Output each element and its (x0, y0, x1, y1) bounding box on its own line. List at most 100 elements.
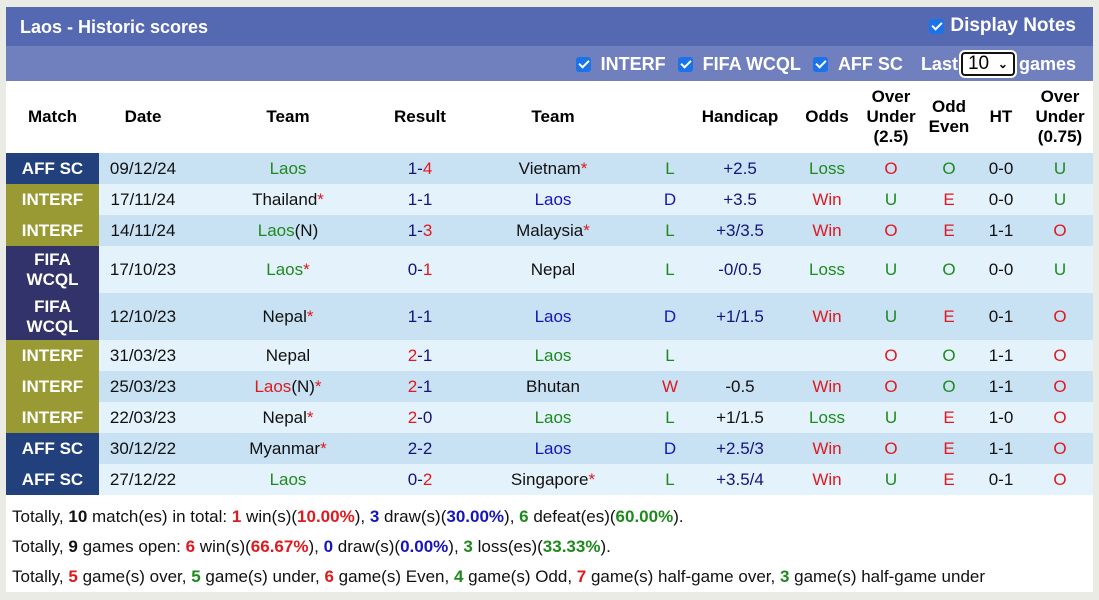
away-team[interactable]: Laos (451, 402, 655, 433)
match-result[interactable]: 1-3 (389, 215, 451, 246)
table-row[interactable]: AFF SC 30/12/22 Myanmar* 2-2 Laos D +2.5/3 Win O… (6, 433, 1093, 464)
handicap-value: +3/3.5 (685, 215, 795, 246)
home-team[interactable]: Laos (187, 464, 389, 495)
chevron-down-icon: ⌄ (997, 57, 1008, 71)
table-row[interactable]: FIFA WCQL 17/10/23 Laos* 0-1 Nepal L -0/0.5 Loss… (6, 246, 1093, 293)
summary-text: defeat(es)( (528, 507, 616, 526)
odds-result: Loss (795, 153, 859, 184)
odd-even-result: E (923, 464, 975, 495)
filter-fifa-wcql-checkbox[interactable] (677, 56, 693, 72)
home-team[interactable]: Nepal* (187, 402, 389, 433)
match-result[interactable]: 2-0 (389, 402, 451, 433)
summary-text: win(s)( (241, 507, 298, 526)
summary-stat: 30.00% (446, 507, 505, 526)
match-date: 09/12/24 (99, 153, 187, 184)
league-badge[interactable]: AFF SC (6, 433, 99, 464)
table-row[interactable]: INTERF 17/11/24 Thailand* 1-1 Laos D +3.5 Win U E… (6, 184, 1093, 215)
games-label: games (1018, 53, 1076, 74)
summary-stat: 7 (576, 567, 587, 586)
filter-fifa-wcql[interactable]: FIFA WCQL (677, 54, 801, 75)
header-match[interactable]: Match (6, 81, 99, 153)
odds-result: Win (795, 293, 859, 340)
table-row[interactable]: INTERF 14/11/24 Laos(N) 1-3 Malaysia* L +3/3.5… (6, 215, 1093, 246)
table-row[interactable]: AFF SC 27/12/22 Laos 0-2 Singapore* L +3.5/4 Wi… (6, 464, 1093, 495)
home-team[interactable]: Myanmar* (187, 433, 389, 464)
summary-text: games open: (77, 537, 186, 556)
away-team[interactable]: Vietnam* (451, 153, 655, 184)
over-under-result: O (859, 340, 923, 371)
match-result[interactable]: 2-2 (389, 433, 451, 464)
wdl-result: L (655, 464, 685, 495)
match-date: 31/03/23 (99, 340, 187, 371)
league-badge[interactable]: INTERF (6, 402, 99, 433)
away-team[interactable]: Nepal (451, 246, 655, 293)
over-under-075-result: O (1027, 433, 1093, 464)
over-under-075-result: O (1027, 293, 1093, 340)
league-badge[interactable]: AFF SC (6, 153, 99, 184)
league-badge[interactable]: INTERF (6, 371, 99, 402)
odds-result: Win (795, 464, 859, 495)
league-badge[interactable]: INTERF (6, 340, 99, 371)
away-team[interactable]: Laos (451, 340, 655, 371)
summary-stat: 10.00% (297, 507, 355, 526)
half-time-score: 0-1 (975, 293, 1027, 340)
summary-text: draw(s)( (333, 537, 401, 556)
odds-result: Win (795, 215, 859, 246)
filter-interf-checkbox[interactable] (575, 56, 591, 72)
filter-aff-sc-checkbox[interactable] (812, 56, 828, 72)
home-team[interactable]: Laos (187, 153, 389, 184)
summary-text: game(s) over, (77, 567, 192, 586)
home-team[interactable]: Nepal (187, 340, 389, 371)
table-row[interactable]: FIFA WCQL 12/10/23 Nepal* 1-1 Laos D +1/1.5 Win U… (6, 293, 1093, 340)
away-team[interactable]: Laos (451, 433, 655, 464)
league-badge[interactable]: INTERF (6, 184, 99, 215)
match-result[interactable]: 1-4 (389, 153, 451, 184)
summary-over-under: Totally, 5 game(s) over, 5 game(s) under… (6, 562, 1093, 592)
away-team[interactable]: Laos (451, 293, 655, 340)
display-notes-label: Display Notes (950, 15, 1076, 36)
summary-stat: 3 (779, 567, 790, 586)
match-date: 17/11/24 (99, 184, 187, 215)
home-team[interactable]: Nepal* (187, 293, 389, 340)
table-row[interactable]: INTERF 25/03/23 Laos(N)* 2-1 Bhutan W -0.5 Win O… (6, 371, 1093, 402)
match-result[interactable]: 2-1 (389, 340, 451, 371)
table-row[interactable]: INTERF 31/03/23 Nepal 2-1 Laos L O O 1-1 O (6, 340, 1093, 371)
over-under-result: O (859, 371, 923, 402)
match-result[interactable]: 1-1 (389, 184, 451, 215)
match-result[interactable]: 0-1 (389, 246, 451, 293)
table-row[interactable]: AFF SC 09/12/24 Laos 1-4 Vietnam* L +2.5 Loss O O… (6, 153, 1093, 184)
match-date: 30/12/22 (99, 433, 187, 464)
home-team[interactable]: Laos(N) (187, 215, 389, 246)
away-team[interactable]: Malaysia* (451, 215, 655, 246)
league-badge[interactable]: FIFA WCQL (6, 246, 99, 293)
filter-interf[interactable]: INTERF (575, 54, 666, 75)
away-team[interactable]: Singapore* (451, 464, 655, 495)
league-badge[interactable]: AFF SC (6, 464, 99, 495)
home-team[interactable]: Thailand* (187, 184, 389, 215)
summary-stat: 10 (68, 507, 88, 526)
display-notes-checkbox[interactable] (929, 18, 945, 34)
summary-text: match(es) in total: (87, 507, 232, 526)
handicap-value: -0/0.5 (685, 246, 795, 293)
odds-result: Win (795, 433, 859, 464)
away-team[interactable]: Bhutan (451, 371, 655, 402)
header-wdl (655, 81, 685, 153)
display-notes-toggle[interactable]: Display Notes (929, 15, 1076, 37)
home-team[interactable]: Laos* (187, 246, 389, 293)
home-team[interactable]: Laos(N)* (187, 371, 389, 402)
games-count-select[interactable]: 10 ⌄ (960, 52, 1015, 76)
match-result[interactable]: 0-2 (389, 464, 451, 495)
league-badge[interactable]: INTERF (6, 215, 99, 246)
match-result[interactable]: 1-1 (389, 293, 451, 340)
header-date[interactable]: Date (99, 81, 187, 153)
panel-title: Laos - Historic scores (20, 17, 209, 37)
odd-even-result: E (923, 215, 975, 246)
table-row[interactable]: INTERF 22/03/23 Nepal* 2-0 Laos L +1/1.5 Loss U E… (6, 402, 1093, 433)
summary-text: loss(es)( (472, 537, 543, 556)
summary-text: ). (673, 507, 684, 526)
league-badge[interactable]: FIFA WCQL (6, 293, 99, 340)
filter-aff-sc[interactable]: AFF SC (812, 54, 903, 75)
away-team[interactable]: Laos (451, 184, 655, 215)
summary-stat: 0 (323, 537, 334, 556)
match-result[interactable]: 2-1 (389, 371, 451, 402)
